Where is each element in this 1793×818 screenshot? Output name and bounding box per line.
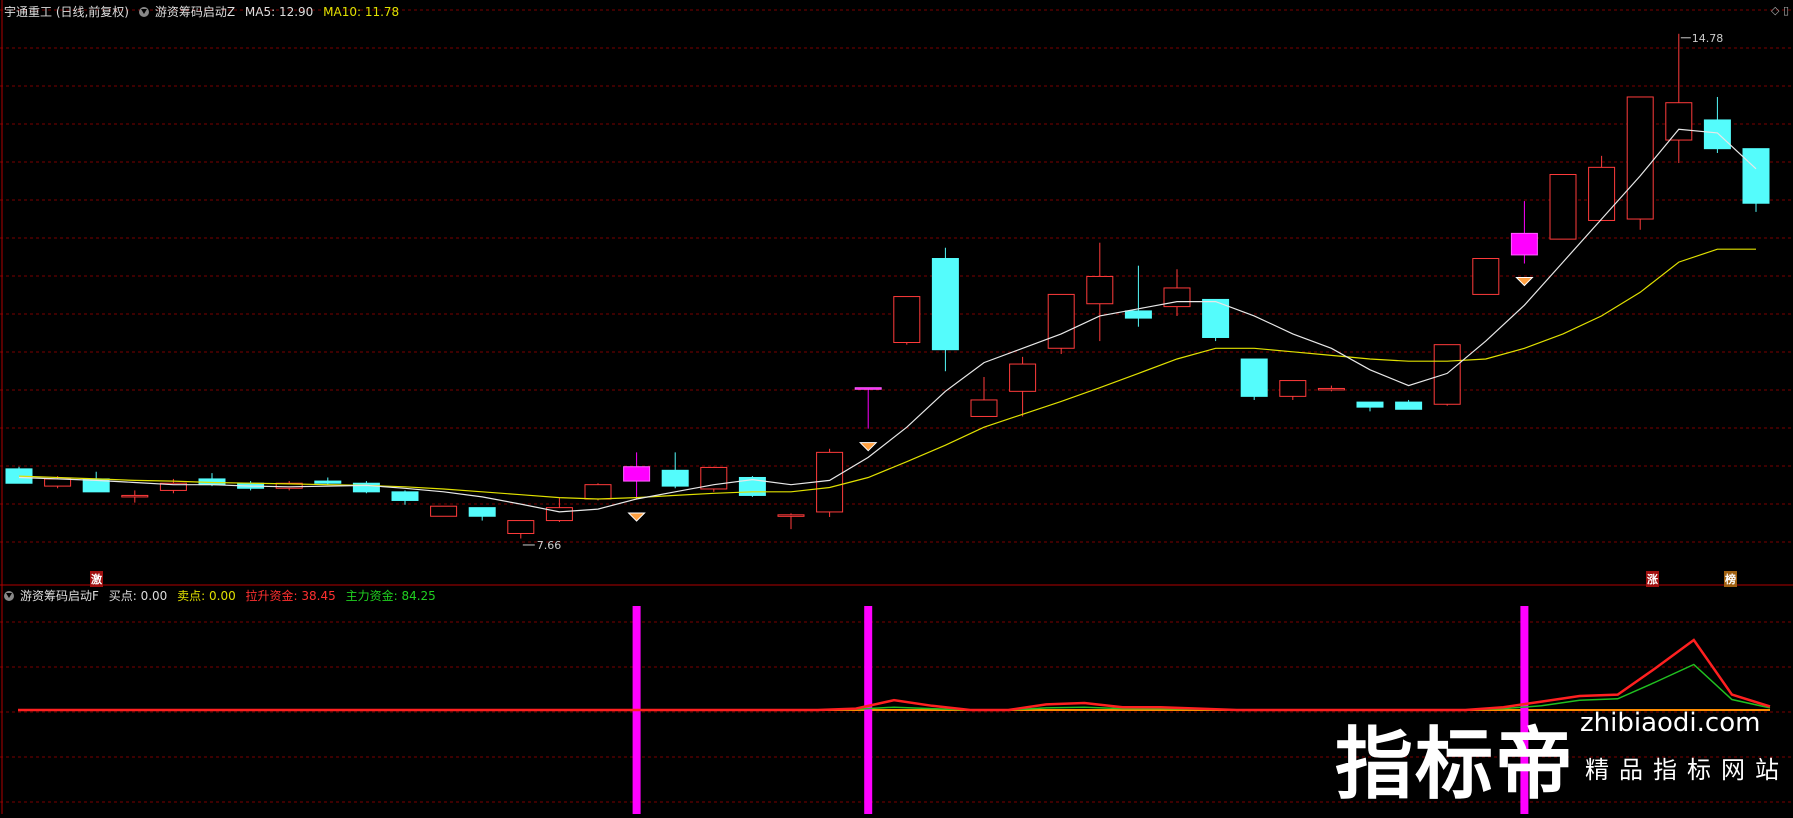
candle-body	[1279, 380, 1307, 397]
candle-body	[777, 514, 805, 517]
candle-body	[1665, 102, 1693, 141]
candle-body	[661, 469, 689, 487]
chart-stage: 14.78 7.66 宇通重工 (日线,前复权) 游资筹码启动Z MA5: 12.…	[0, 0, 1793, 814]
candle-body	[1588, 166, 1616, 221]
candle-body	[970, 399, 998, 417]
watermark-logo: 指标帝	[1335, 720, 1576, 810]
candle-body	[700, 466, 728, 490]
ma5-value: MA5: 12.90	[244, 5, 314, 19]
candle-body	[931, 258, 959, 351]
candle-body	[816, 451, 844, 513]
ma10-value: MA10: 11.78	[323, 5, 400, 19]
candle-body	[893, 296, 921, 344]
candle-body	[1124, 310, 1152, 319]
indicator-name[interactable]: 游资筹码启动Z	[155, 5, 235, 19]
candle-body	[584, 484, 612, 500]
buy-signal-icon	[858, 442, 878, 452]
candle-body	[1549, 174, 1577, 240]
diamond-icon[interactable]: ◇	[1771, 4, 1779, 17]
candle-body	[1703, 119, 1731, 150]
buy-signal-icon	[1515, 277, 1534, 287]
candle-body	[352, 482, 380, 493]
candle-body	[468, 507, 496, 517]
window-controls: ◇ ▯	[1771, 4, 1789, 17]
candle-body	[1472, 258, 1500, 295]
candle-body	[1742, 148, 1770, 204]
sub-indicator-name[interactable]: 游资筹码启动F	[20, 589, 99, 603]
candle-body	[121, 494, 149, 498]
candle-body	[1626, 96, 1654, 220]
candle-body	[1433, 344, 1461, 405]
candle-body	[1317, 387, 1345, 391]
buy-signal-icon	[627, 512, 646, 522]
watermark-slogan: 精品指标网站	[1585, 756, 1789, 784]
candle-body	[391, 491, 419, 501]
candle-body	[1047, 293, 1075, 349]
ji-marker: 激	[90, 571, 103, 587]
watermark-url: zhibiaodi.com	[1580, 708, 1761, 738]
indicator-toggle-icon[interactable]	[138, 7, 149, 17]
candle-body	[507, 520, 535, 534]
panel-icon[interactable]: ▯	[1783, 4, 1789, 17]
candle-body	[430, 505, 458, 517]
sub-header: 游资筹码启动F 买点: 0.00 卖点: 0.00 拉升资金: 38.45 主力…	[4, 587, 442, 604]
sub-indicator-toggle-icon[interactable]	[4, 591, 14, 601]
candle-body	[1356, 401, 1384, 408]
kline-chart: 14.78 7.66	[0, 0, 1793, 814]
candle-body	[854, 387, 882, 390]
main-header: 宇通重工 (日线,前复权) 游资筹码启动Z MA5: 12.90 MA10: 1…	[4, 3, 405, 20]
sell-point-value: 卖点: 0.00	[177, 589, 236, 603]
candle-body	[1395, 401, 1423, 410]
candle-body	[623, 466, 651, 482]
candle-body	[44, 478, 72, 487]
high-price-label: 14.78	[1692, 32, 1724, 45]
ma5-line	[18, 128, 1757, 513]
stock-title: 宇通重工 (日线,前复权)	[4, 5, 129, 19]
candle-body	[1086, 275, 1114, 305]
signal-bar	[864, 606, 873, 814]
buy-point-value: 买点: 0.00	[108, 589, 168, 603]
lift-fund-value: 拉升资金: 38.45	[245, 589, 336, 603]
candle-body	[1240, 358, 1268, 397]
zhang-marker: 涨	[1646, 571, 1659, 587]
candle-body	[314, 480, 342, 484]
bang-marker: 榜	[1724, 571, 1737, 587]
candle-body	[1510, 232, 1538, 256]
candle-body	[1009, 363, 1037, 392]
main-fund-value: 主力资金: 84.25	[345, 589, 436, 603]
low-price-label: 7.66	[537, 539, 562, 552]
watermark: 指标帝 zhibiaodi.com 精品指标网站	[1330, 700, 1790, 810]
